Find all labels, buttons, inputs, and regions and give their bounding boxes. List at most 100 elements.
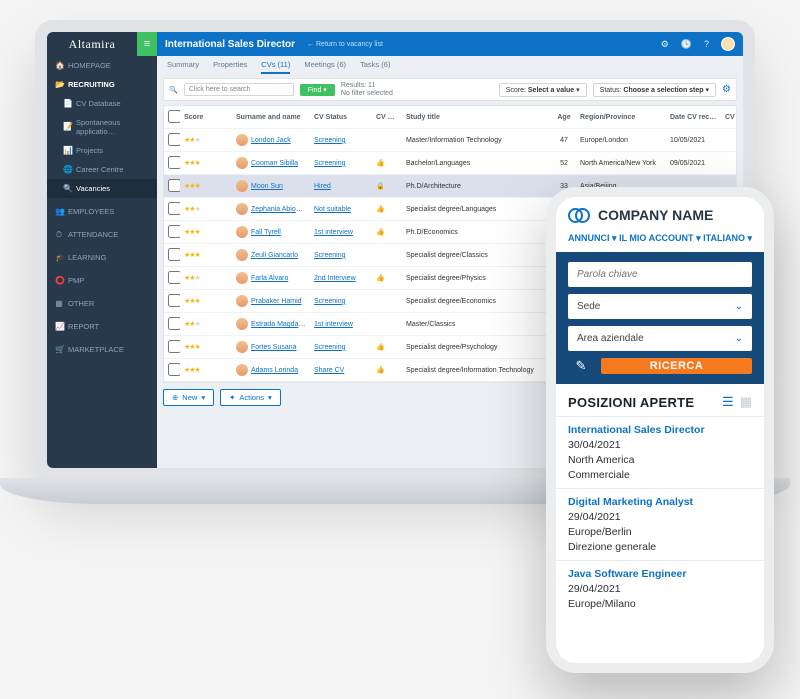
cv-status-link[interactable]: 1st interview bbox=[314, 321, 353, 328]
row-checkbox[interactable] bbox=[168, 340, 180, 353]
col-study[interactable]: Study title bbox=[402, 106, 552, 129]
tab-properties[interactable]: Properties bbox=[213, 60, 247, 74]
cv-status-link[interactable]: Screening bbox=[314, 160, 346, 167]
tab-meetings-[interactable]: Meetings (6) bbox=[304, 60, 346, 74]
candidate-name-link[interactable]: Zephania Abiodun bbox=[251, 206, 307, 213]
grid-view-icon[interactable]: ▦ bbox=[740, 394, 752, 410]
job-title-link[interactable]: Java Software Engineer bbox=[568, 568, 752, 580]
sidebar-item-vacancies[interactable]: 🔍Vacancies bbox=[47, 179, 157, 198]
sidebar-item-career-centre[interactable]: 🌐Career Centre bbox=[47, 160, 157, 179]
col-grade[interactable]: CV grade bbox=[372, 106, 402, 129]
candidate-name-link[interactable]: Zeuli Giancarlo bbox=[251, 252, 298, 259]
sidebar-item-cv-database[interactable]: 📄CV Database bbox=[47, 94, 157, 113]
phone-search-panel: Sede⌄ Area aziendale⌄ ✎ RICERCA bbox=[556, 252, 764, 384]
sidebar-item-spontaneous-applicatio-[interactable]: 📝Spontaneous applicatio… bbox=[47, 113, 157, 141]
area-select[interactable]: Area aziendale⌄ bbox=[568, 326, 752, 351]
col-score[interactable]: Score bbox=[180, 106, 232, 129]
candidate-name-link[interactable]: Estrada Magdalena bbox=[251, 321, 310, 328]
col-status[interactable]: CV Status bbox=[310, 106, 372, 129]
phone-section-header: POSIZIONI APERTE ☰ ▦ bbox=[556, 384, 764, 416]
search-input[interactable]: Click here to search bbox=[184, 83, 294, 96]
job-item[interactable]: International Sales Director 30/04/2021 … bbox=[556, 416, 764, 488]
cv-status-link[interactable]: Not suitable bbox=[314, 206, 351, 213]
help-icon[interactable]: ? bbox=[704, 39, 709, 49]
row-checkbox[interactable] bbox=[168, 248, 180, 261]
hamburger-menu-button[interactable]: ≡ bbox=[137, 32, 157, 56]
grade-icon: 👍 bbox=[376, 160, 385, 167]
cv-status-link[interactable]: 2nd Interview bbox=[314, 275, 356, 282]
nav-lang[interactable]: ITALIANO ▾ bbox=[703, 233, 752, 244]
candidate-name-link[interactable]: Adams Lorinda bbox=[251, 367, 298, 374]
tab-tasks-[interactable]: Tasks (6) bbox=[360, 60, 390, 74]
sidebar-item-pmp[interactable]: ⭕PMP bbox=[47, 271, 157, 290]
col-age[interactable]: Age bbox=[552, 106, 576, 129]
row-checkbox[interactable] bbox=[168, 363, 180, 376]
sidebar-item-learning[interactable]: 🎓LEARNING bbox=[47, 248, 157, 267]
tab-summary[interactable]: Summary bbox=[167, 60, 199, 74]
find-button[interactable]: Find ▾ bbox=[300, 84, 335, 96]
table-row[interactable]: ★★★ Cooman Sibilla Screening 👍 Bachelor/… bbox=[164, 152, 737, 175]
list-view-icon[interactable]: ☰ bbox=[722, 394, 734, 410]
candidate-name-link[interactable]: Prabaker Hamid bbox=[251, 298, 302, 305]
sidebar-item-report[interactable]: 📈REPORT bbox=[47, 317, 157, 336]
cv-status-link[interactable]: Screening bbox=[314, 137, 346, 144]
actions-button[interactable]: ✦ Actions ▾ bbox=[220, 389, 281, 406]
avatar[interactable] bbox=[721, 37, 735, 51]
tab-cvs-[interactable]: CVs (11) bbox=[261, 60, 290, 74]
row-checkbox[interactable] bbox=[168, 202, 180, 215]
cv-status-link[interactable]: Hired bbox=[314, 183, 331, 190]
keyword-input[interactable] bbox=[568, 262, 752, 287]
cv-status-link[interactable]: Screening bbox=[314, 344, 346, 351]
candidate-name-link[interactable]: Cooman Sibilla bbox=[251, 160, 298, 167]
cv-status-link[interactable]: Share CV bbox=[314, 367, 344, 374]
score-filter[interactable]: Score: Select a value ▾ bbox=[499, 83, 587, 97]
brand-logo: Altamira bbox=[47, 37, 137, 52]
col-region[interactable]: Region/Province bbox=[576, 106, 666, 129]
job-title-link[interactable]: International Sales Director bbox=[568, 424, 752, 436]
return-link[interactable]: ← Return to vacancy list bbox=[307, 41, 383, 48]
col-name[interactable]: Surname and name bbox=[232, 106, 310, 129]
sidebar-item-homepage[interactable]: 🏠 HOMEPAGE bbox=[47, 56, 157, 75]
col-attachment[interactable]: CV attachment bbox=[721, 106, 737, 129]
col-date[interactable]: Date CV received bbox=[666, 106, 721, 129]
sidebar-group-recruiting[interactable]: 📂 RECRUITING bbox=[47, 75, 157, 94]
nav-account[interactable]: IL MIO ACCOUNT ▾ bbox=[619, 233, 701, 244]
table-row[interactable]: ★★★ London Jack Screening Master/Informa… bbox=[164, 129, 737, 152]
toolbar-gear-icon[interactable]: ⚙ bbox=[722, 84, 731, 95]
candidate-name-link[interactable]: London Jack bbox=[251, 137, 291, 144]
row-checkbox[interactable] bbox=[168, 156, 180, 169]
new-button[interactable]: ⊕ New ▾ bbox=[163, 389, 214, 406]
cv-status-link[interactable]: Screening bbox=[314, 298, 346, 305]
row-checkbox[interactable] bbox=[168, 317, 180, 330]
sidebar-item-projects[interactable]: 📊Projects bbox=[47, 141, 157, 160]
job-item[interactable]: Java Software Engineer 29/04/2021 Europe… bbox=[556, 560, 764, 617]
sidebar-item-other[interactable]: ▦OTHER bbox=[47, 294, 157, 313]
status-filter[interactable]: Status: Choose a selection step ▾ bbox=[593, 83, 716, 97]
cv-status-link[interactable]: 1st interview bbox=[314, 229, 353, 236]
clock-icon[interactable]: 🕓 bbox=[681, 39, 692, 50]
clear-button[interactable]: ✎ bbox=[568, 358, 594, 374]
candidate-name-link[interactable]: Fall Tyrell bbox=[251, 229, 281, 236]
search-button[interactable]: RICERCA bbox=[601, 358, 752, 374]
select-all-checkbox[interactable] bbox=[168, 110, 180, 123]
candidate-name-link[interactable]: Fortes Susana bbox=[251, 344, 297, 351]
study-title: Specialist degree/Physics bbox=[402, 267, 552, 290]
candidate-name-link[interactable]: Moon Sun bbox=[251, 183, 283, 190]
nav-annunci[interactable]: ANNUNCI ▾ bbox=[568, 233, 617, 244]
gear-icon[interactable]: ⚙ bbox=[661, 39, 669, 50]
cv-status-link[interactable]: Screening bbox=[314, 252, 346, 259]
row-checkbox[interactable] bbox=[168, 271, 180, 284]
sidebar-item-label: HOMEPAGE bbox=[68, 61, 111, 70]
row-checkbox[interactable] bbox=[168, 294, 180, 307]
row-checkbox[interactable] bbox=[168, 225, 180, 238]
location-select[interactable]: Sede⌄ bbox=[568, 294, 752, 319]
candidate-name-link[interactable]: Farla Alvaro bbox=[251, 275, 288, 282]
sidebar-item-marketplace[interactable]: 🛒MARKETPLACE bbox=[47, 340, 157, 359]
row-checkbox[interactable] bbox=[168, 179, 180, 192]
job-item[interactable]: Digital Marketing Analyst 29/04/2021 Eur… bbox=[556, 488, 764, 560]
job-title-link[interactable]: Digital Marketing Analyst bbox=[568, 496, 752, 508]
row-checkbox[interactable] bbox=[168, 133, 180, 146]
section-title: POSIZIONI APERTE bbox=[568, 395, 694, 410]
sidebar-item-attendance[interactable]: ⏱ATTENDANCE bbox=[47, 225, 157, 244]
sidebar-item-employees[interactable]: 👥EMPLOYEES bbox=[47, 202, 157, 221]
